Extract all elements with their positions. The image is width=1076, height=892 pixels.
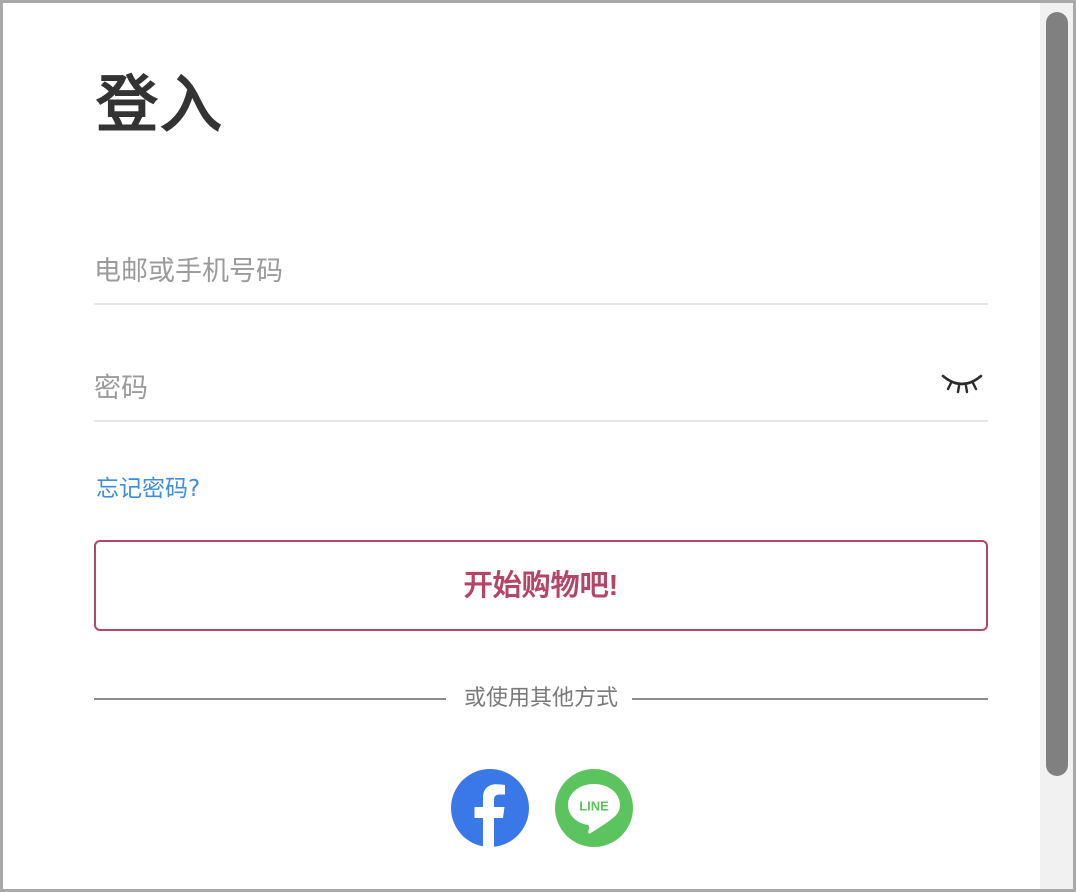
page-title: 登入 <box>96 68 225 141</box>
line-logo-text: LINE <box>579 799 609 814</box>
eye-closed-icon[interactable] <box>940 368 984 396</box>
scrollbar-thumb[interactable] <box>1046 12 1068 776</box>
facebook-login-button[interactable] <box>451 769 529 847</box>
forgot-password-link[interactable]: 忘记密码? <box>96 469 200 503</box>
line-login-button[interactable]: LINE <box>555 769 633 847</box>
divider-line-left <box>94 698 446 700</box>
email-field[interactable] <box>94 243 924 299</box>
login-dialog: 登入 忘记密码? 开始购物吧! 或使用其他方式 LINE <box>0 0 1076 892</box>
line-icon: LINE <box>568 784 620 834</box>
start-shopping-button[interactable]: 开始购物吧! <box>94 540 988 631</box>
email-field-wrapper <box>94 243 988 305</box>
divider-label: 或使用其他方式 <box>463 686 618 711</box>
password-field[interactable] <box>94 360 924 416</box>
scrollbar[interactable] <box>1040 3 1073 889</box>
facebook-icon <box>474 784 505 847</box>
alternative-login-divider: 或使用其他方式 <box>94 681 988 717</box>
divider-line-right <box>632 698 988 700</box>
password-field-wrapper <box>94 360 988 422</box>
